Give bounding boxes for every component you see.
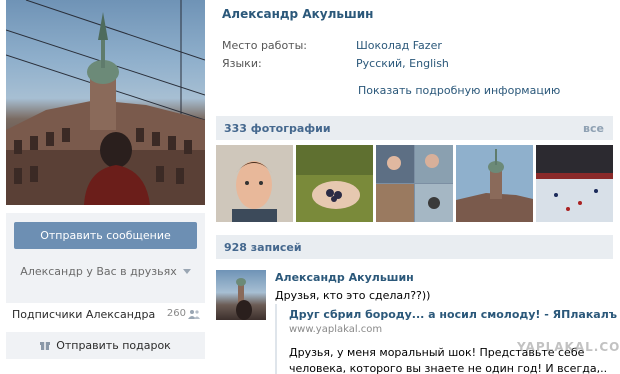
work-label: Место работы: bbox=[222, 39, 307, 52]
wall-post: Александр Акульшин Друзья, кто это сдела… bbox=[216, 270, 620, 374]
show-more-info-link[interactable]: Показать подробную информацию bbox=[358, 84, 560, 97]
photo-thumbnail[interactable] bbox=[536, 145, 613, 222]
post-text: Друзья, кто это сделал??)) bbox=[275, 289, 431, 302]
site-watermark: YAPLAKAL.COM bbox=[517, 340, 620, 354]
post-author-link[interactable]: Александр Акульшин bbox=[275, 271, 414, 284]
photos-all-link[interactable]: все bbox=[583, 122, 604, 135]
send-message-button[interactable]: Отправить сообщение bbox=[14, 222, 197, 249]
subscribers-label: Подписчики Александра bbox=[12, 308, 156, 321]
subscribers-count: 260 bbox=[166, 308, 186, 319]
profile-photo[interactable] bbox=[6, 0, 205, 205]
photos-strip bbox=[216, 145, 613, 222]
photo-image bbox=[376, 145, 453, 222]
profile-name: Александр Акульшин bbox=[222, 7, 374, 21]
subscribers-row[interactable]: Подписчики Александра 260 bbox=[12, 308, 202, 321]
photo-thumbnail[interactable] bbox=[456, 145, 533, 222]
profile-photo-image bbox=[6, 0, 205, 205]
work-value-link[interactable]: Шоколад Fazer bbox=[356, 39, 442, 52]
post-author-avatar[interactable] bbox=[216, 270, 266, 320]
post-attachment[interactable]: Друг сбрил бороду... а носил смолоду! - … bbox=[275, 304, 620, 374]
photo-thumbnail[interactable] bbox=[216, 145, 293, 222]
photo-image bbox=[456, 145, 533, 222]
languages-value-link[interactable]: Русский, English bbox=[356, 57, 449, 70]
post-author-avatar-image bbox=[236, 278, 252, 320]
gift-icon bbox=[40, 342, 51, 350]
chevron-down-icon bbox=[182, 269, 191, 274]
people-icon bbox=[188, 310, 200, 319]
send-gift-label: Отправить подарок bbox=[56, 339, 171, 352]
photo-thumbnail[interactable] bbox=[376, 145, 453, 222]
friend-status-dropdown[interactable]: Александр у Вас в друзьях bbox=[6, 265, 205, 278]
photo-image bbox=[536, 145, 613, 222]
profile-left-column: Отправить сообщение Александр у Вас в др… bbox=[0, 0, 212, 374]
wall-header[interactable]: 928 записей bbox=[216, 235, 613, 259]
attachment-url[interactable]: www.yaplakal.com bbox=[289, 324, 382, 335]
photos-header[interactable]: 333 фотографии все bbox=[216, 116, 613, 140]
photo-image bbox=[296, 145, 373, 222]
profile-right-column: Александр Акульшин Место работы: Шоколад… bbox=[216, 0, 620, 374]
photo-image bbox=[216, 145, 293, 222]
send-gift-button[interactable]: Отправить подарок bbox=[6, 332, 205, 359]
languages-label: Языки: bbox=[222, 57, 262, 70]
wall-title: 928 записей bbox=[224, 241, 302, 254]
attachment-title-link[interactable]: Друг сбрил бороду... а носил смолоду! - … bbox=[289, 308, 617, 321]
photos-title: 333 фотографии bbox=[224, 122, 331, 135]
profile-actions-panel: Отправить сообщение Александр у Вас в др… bbox=[6, 213, 205, 303]
friend-status-label: Александр у Вас в друзьях bbox=[20, 265, 177, 278]
photo-thumbnail[interactable] bbox=[296, 145, 373, 222]
